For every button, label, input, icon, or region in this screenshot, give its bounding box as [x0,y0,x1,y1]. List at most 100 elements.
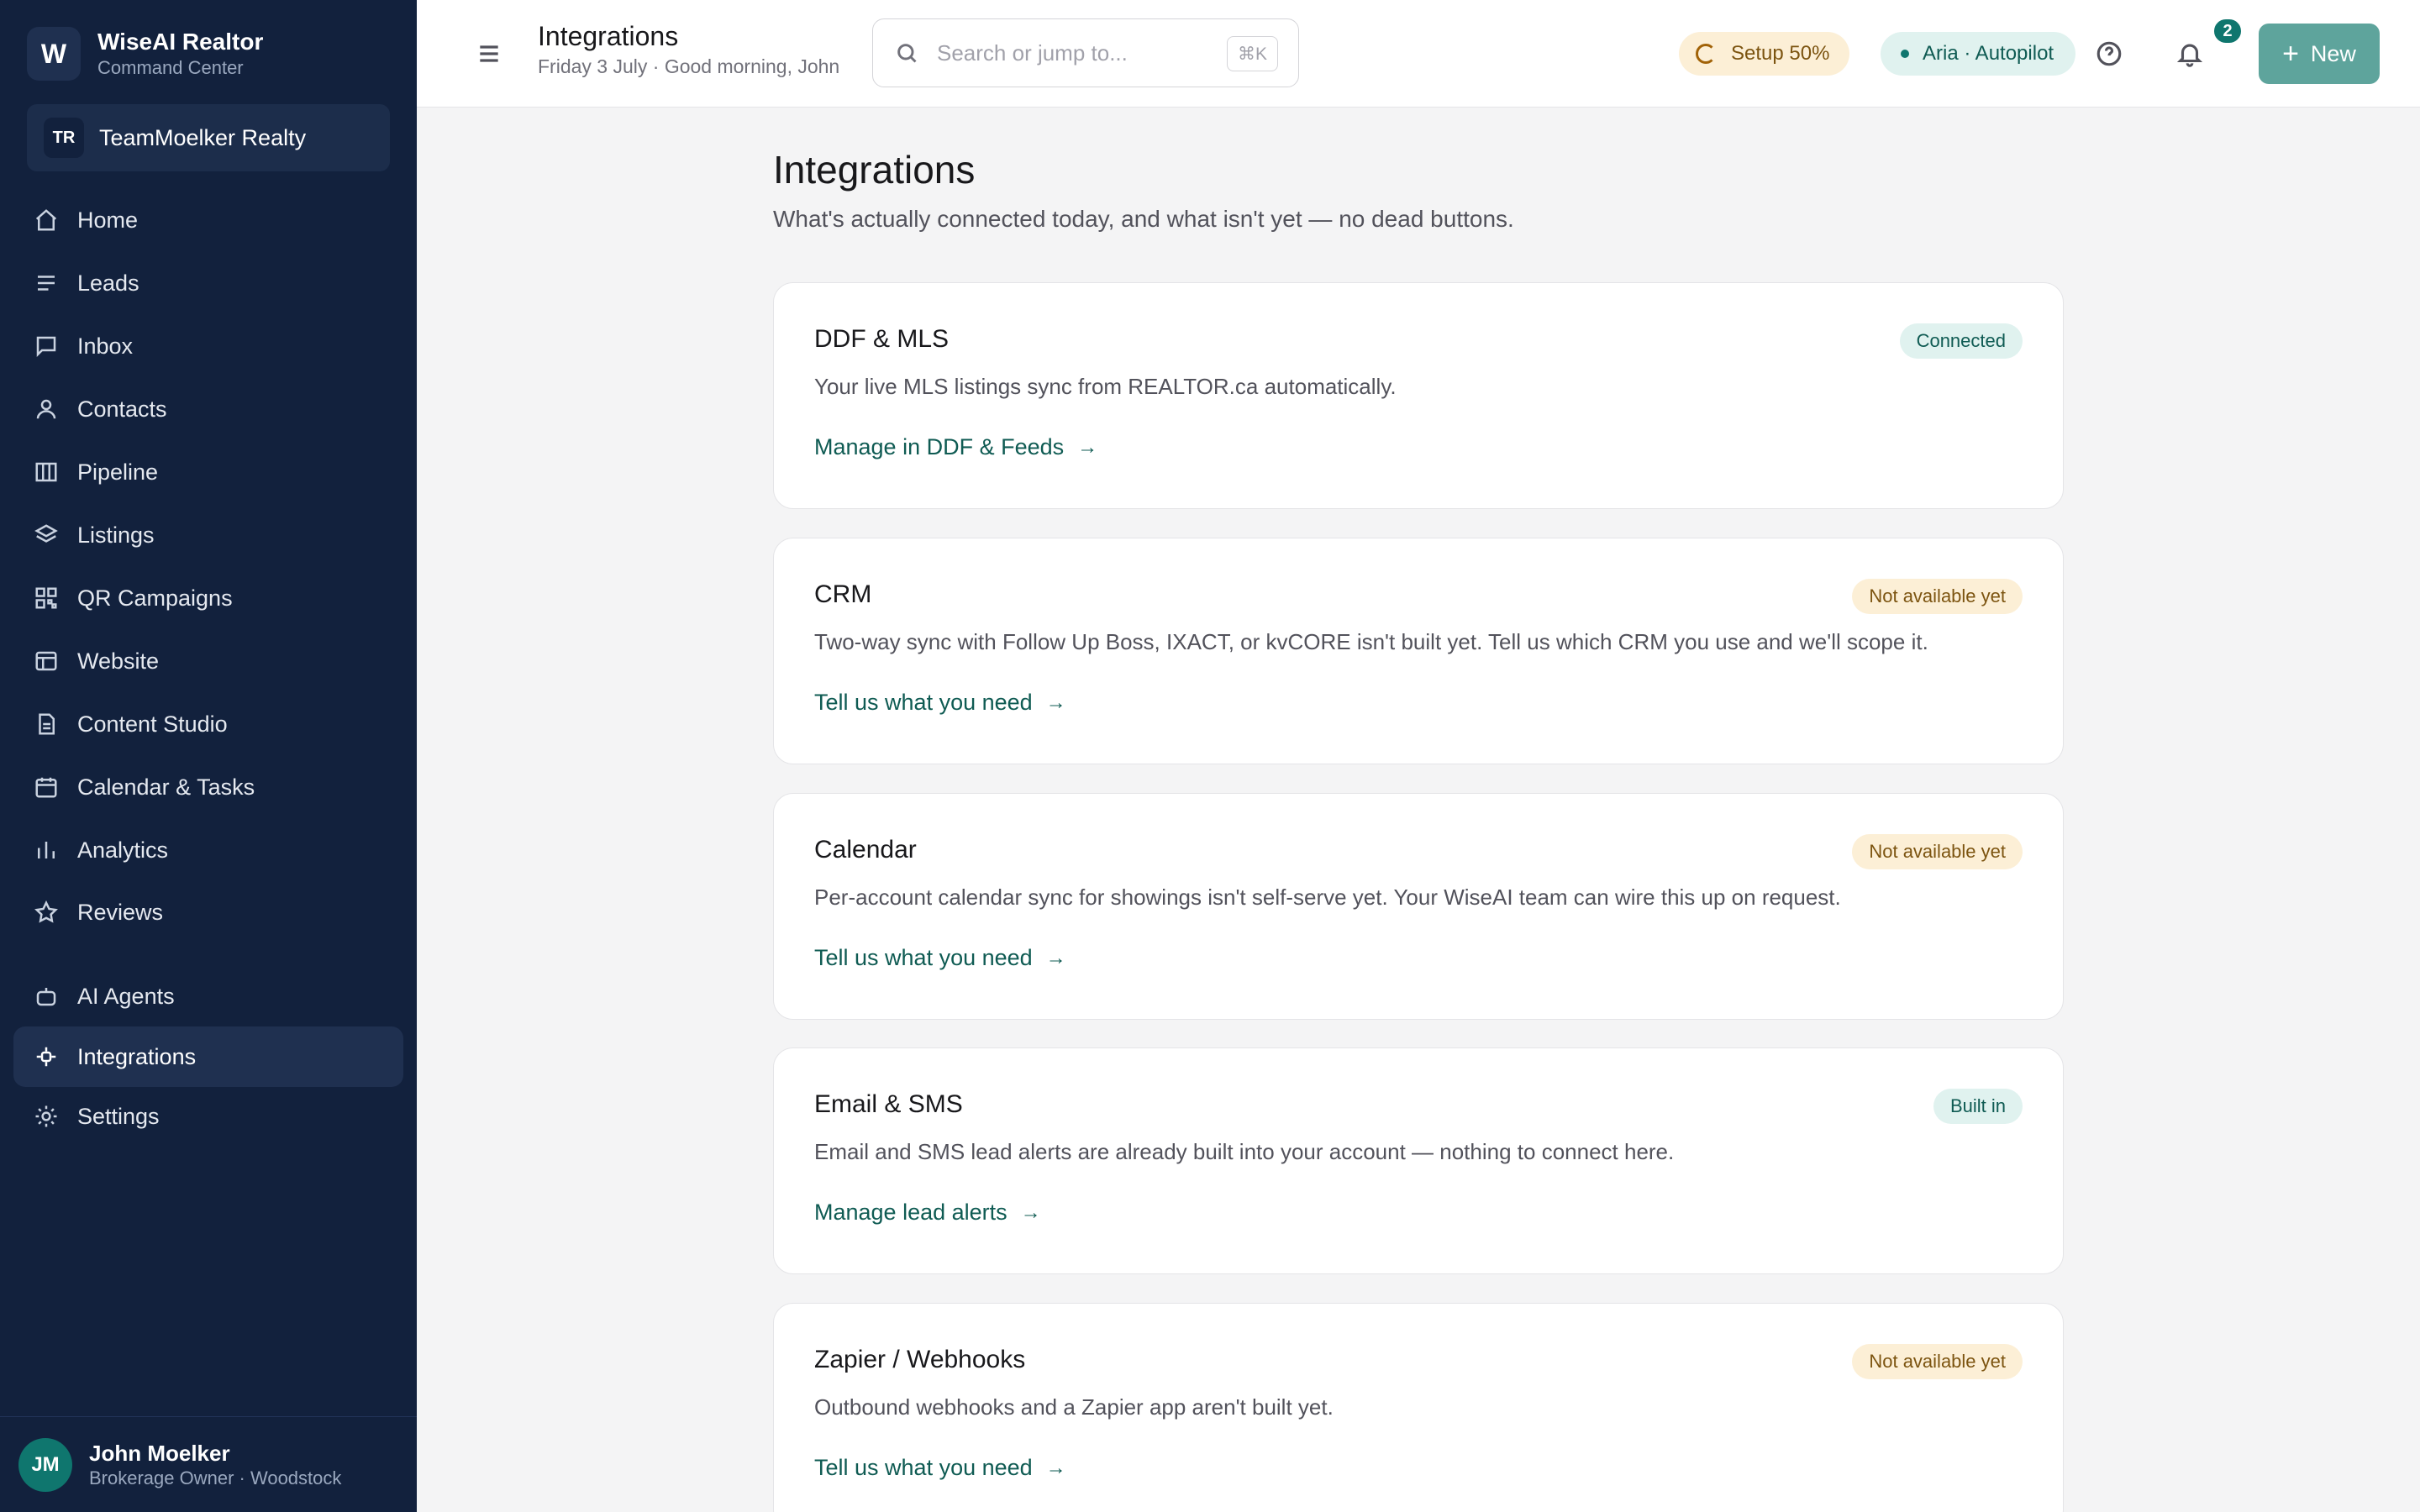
sidebar-item-contacts[interactable]: Contacts [13,379,403,439]
manage-lead-alerts-link[interactable]: Manage lead alerts → [814,1200,1041,1226]
bar-chart-icon [32,836,60,864]
user-menu[interactable]: JM John Moelker Brokerage Owner · Woodst… [0,1416,417,1512]
top-header: Integrations Friday 3 July · Good mornin… [417,0,2420,108]
section-subtitle: What's actually connected today, and wha… [773,206,1514,232]
sidebar-item-pipeline[interactable]: Pipeline [13,442,403,502]
link-label: Tell us what you need [814,945,1033,970]
search-shortcut: ⌘K [1226,36,1278,71]
brand[interactable]: W WiseAI Realtor Command Center [27,27,263,81]
manage-ddf-feeds-link[interactable]: Manage in DDF & Feeds → [814,434,1097,460]
avatar: JM [18,1437,72,1492]
team-name: TeamMoelker Realty [99,124,307,150]
arrow-right-icon: → [1045,690,1066,714]
search-placeholder: Search or jump to... [937,39,1128,66]
sidebar-item-label: Listings [77,522,155,548]
sidebar-item-content-studio[interactable]: Content Studio [13,694,403,754]
menu-toggle-button[interactable] [472,37,506,71]
integration-card-zapier-webhooks: Zapier / Webhooks Not available yet Outb… [773,1303,2064,1512]
tell-us-link-zapier[interactable]: Tell us what you need → [814,1455,1066,1481]
tell-us-link-crm[interactable]: Tell us what you need → [814,690,1066,716]
search-icon [897,44,917,63]
puzzle-icon [32,1042,60,1071]
setup-progress-pill[interactable]: Setup 50% [1679,32,1850,76]
notification-badge: 2 [2212,17,2244,45]
sidebar-item-calendar-tasks[interactable]: Calendar & Tasks [13,757,403,817]
setup-label: Setup 50% [1731,42,1830,65]
sidebar-item-label: QR Campaigns [77,585,233,611]
sidebar-item-label: Settings [77,1103,160,1129]
link-label: Manage in DDF & Feeds [814,434,1065,459]
search-input[interactable]: Search or jump to... ⌘K [872,18,1299,87]
new-button[interactable]: + New [2259,24,2380,84]
gear-icon [32,1102,60,1131]
star-icon [32,898,60,927]
new-button-label: New [2310,40,2356,66]
sidebar-item-label: Calendar & Tasks [77,774,255,800]
page-greeting: Friday 3 July · Good morning, John [538,55,840,77]
sidebar-item-label: Analytics [77,837,169,863]
card-description: Two-way sync with Follow Up Boss, IXACT,… [814,629,1928,654]
sidebar-item-label: Leads [77,270,139,296]
status-badge: Not available yet [1852,1344,2023,1379]
sidebar-item-inbox[interactable]: Inbox [13,316,403,376]
card-title: Calendar [814,836,917,864]
home-icon [32,206,60,234]
status-dot-icon [1901,50,1909,58]
card-description: Outbound webhooks and a Zapier app aren'… [814,1394,1334,1420]
link-label: Manage lead alerts [814,1200,1007,1225]
brand-name: WiseAI Realtor [97,29,264,55]
plus-icon: + [2282,38,2299,70]
sidebar-item-label: Pipeline [77,459,159,485]
card-title: CRM [814,580,872,608]
status-badge: Not available yet [1852,579,2023,614]
integration-card-email-sms: Email & SMS Built in Email and SMS lead … [773,1047,2064,1274]
sidebar-item-label: Integrations [77,1043,197,1069]
card-title: DDF & MLS [814,325,950,353]
status-badge: Built in [1933,1089,2023,1124]
sidebar-item-leads[interactable]: Leads [13,253,403,313]
team-switcher[interactable]: TR TeamMoelker Realty [27,104,390,171]
card-description: Your live MLS listings sync from REALTOR… [814,374,1397,399]
bell-icon [2176,44,2203,67]
user-icon [32,395,60,423]
card-description: Email and SMS lead alerts are already bu… [814,1139,1675,1164]
sidebar-item-qr-campaigns[interactable]: QR Campaigns [13,568,403,628]
sidebar-item-website[interactable]: Website [13,631,403,691]
sidebar-item-label: AI Agents [77,983,175,1009]
link-label: Tell us what you need [814,1455,1033,1480]
sidebar-item-home[interactable]: Home [13,190,403,250]
sidebar-item-label: Reviews [77,899,164,925]
user-name: John Moelker [89,1440,230,1466]
sidebar: W WiseAI Realtor Command Center TR TeamM… [0,0,417,1512]
arrow-right-icon: → [1077,435,1098,459]
aria-label: Aria · Autopilot [1923,42,2054,65]
layers-icon [32,521,60,549]
user-role: Brokerage Owner · Woodstock [89,1467,342,1488]
hamburger-icon [480,45,498,62]
aria-autopilot-pill[interactable]: Aria · Autopilot [1881,32,2076,76]
sidebar-item-label: Home [77,207,139,233]
tell-us-link-calendar[interactable]: Tell us what you need → [814,945,1066,971]
notifications-button[interactable] [2170,34,2210,74]
calendar-icon [32,773,60,801]
card-description: Per-account calendar sync for showings i… [814,885,1841,910]
sidebar-item-analytics[interactable]: Analytics [13,820,403,880]
help-button[interactable] [2089,34,2129,74]
bot-icon [32,982,60,1011]
sidebar-item-settings[interactable]: Settings [13,1086,403,1147]
columns-icon [32,458,60,486]
status-badge: Not available yet [1852,834,2023,869]
status-badge: Connected [1899,323,2023,359]
sidebar-item-listings[interactable]: Listings [13,505,403,565]
sidebar-item-reviews[interactable]: Reviews [13,882,403,942]
sidebar-item-integrations[interactable]: Integrations [13,1026,403,1087]
arrow-right-icon: → [1020,1200,1041,1224]
integration-card-ddf-mls: DDF & MLS Connected Your live MLS listin… [773,282,2064,509]
sidebar-item-label: Inbox [77,333,134,359]
document-icon [32,710,60,738]
arrow-right-icon: → [1045,946,1066,969]
sidebar-item-ai-agents[interactable]: AI Agents [13,966,403,1026]
integration-card-calendar: Calendar Not available yet Per-account c… [773,793,2064,1020]
message-icon [32,332,60,360]
arrow-right-icon: → [1045,1456,1066,1479]
